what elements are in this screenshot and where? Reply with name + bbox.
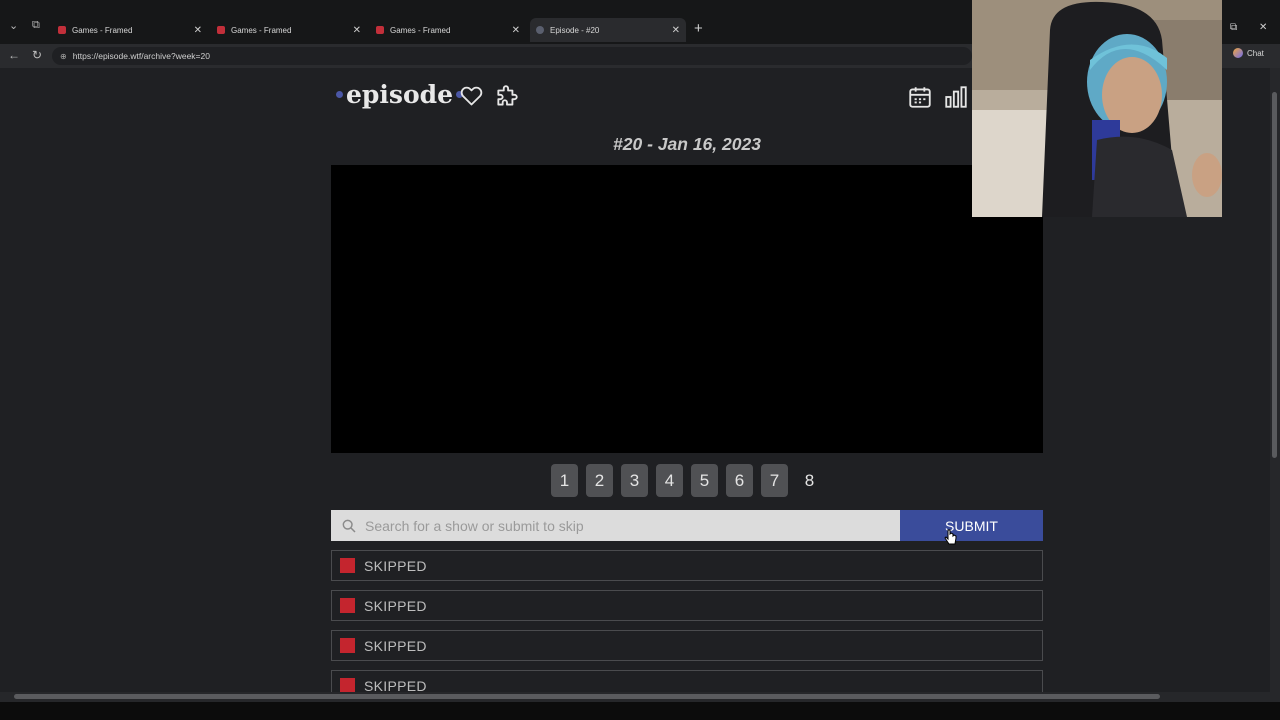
guess-text: SKIPPED	[364, 637, 427, 654]
episode-title: #20 - Jan 16, 2023	[613, 134, 761, 154]
tab-close-icon[interactable]: ✕	[353, 25, 361, 36]
workspaces-icon[interactable]: ⧉	[32, 19, 40, 32]
heart-icon[interactable]	[459, 84, 484, 113]
browser-tab-active[interactable]: Episode - #20 ✕	[530, 18, 686, 42]
logo-text: episode	[346, 80, 454, 109]
frame-button-8[interactable]: 8	[796, 464, 823, 497]
tab-title: Games - Framed	[231, 25, 292, 35]
chat-label: Chat	[1247, 48, 1264, 58]
site-info-icon[interactable]: ⊕	[60, 52, 67, 61]
episode-favicon-icon	[536, 26, 544, 34]
tab-close-icon[interactable]: ✕	[672, 25, 680, 36]
browser-tab[interactable]: Games - Framed ✕	[52, 18, 208, 42]
browser-tab[interactable]: Games - Framed ✕	[211, 18, 367, 42]
framed-favicon-icon	[376, 26, 384, 34]
tab-title: Episode - #20	[550, 25, 600, 35]
puzzle-icon[interactable]	[494, 84, 520, 115]
framed-favicon-icon	[217, 26, 225, 34]
frame-button-6[interactable]: 6	[726, 464, 753, 497]
browser-tab[interactable]: Games - Framed ✕	[370, 18, 526, 42]
taskbar-strip	[0, 702, 1280, 720]
logo-dot	[336, 91, 343, 98]
tab-list-chevron-icon[interactable]: ⌄	[9, 19, 18, 32]
guess-text: SKIPPED	[364, 557, 427, 574]
frame-button-2[interactable]: 2	[586, 464, 613, 497]
hand-cursor-icon	[944, 529, 957, 545]
reload-icon[interactable]: ↻	[32, 48, 42, 62]
guess-row: SKIPPED	[331, 590, 1043, 621]
guess-row: SKIPPED	[331, 630, 1043, 661]
tab-close-icon[interactable]: ✕	[512, 25, 520, 36]
frame-button-5[interactable]: 5	[691, 464, 718, 497]
tab-close-icon[interactable]: ✕	[194, 25, 202, 36]
url-text: https://episode.wtf/archive?week=20	[72, 51, 210, 61]
new-tab-icon[interactable]: +	[694, 20, 703, 37]
frame-button-3[interactable]: 3	[621, 464, 648, 497]
tab-title: Games - Framed	[72, 25, 133, 35]
back-arrow-icon[interactable]: ←	[8, 48, 20, 62]
search-bar	[331, 510, 900, 541]
skipped-status-square	[340, 638, 355, 653]
submit-button[interactable]: SUBMIT	[900, 510, 1043, 541]
frame-button-4[interactable]: 4	[656, 464, 683, 497]
stats-icon[interactable]	[943, 84, 969, 115]
calendar-icon[interactable]	[907, 84, 933, 115]
chat-button[interactable]: Chat	[1233, 48, 1264, 58]
guess-text: SKIPPED	[364, 597, 427, 614]
restore-window-icon[interactable]: ⧉	[1230, 22, 1237, 33]
skipped-status-square	[340, 558, 355, 573]
frame-selector: 1 2 3 4 5 6 7 8	[551, 464, 823, 497]
copilot-icon	[1233, 48, 1243, 58]
search-icon	[342, 519, 356, 533]
guess-row: SKIPPED	[331, 550, 1043, 581]
horizontal-scroll-thumb[interactable]	[14, 694, 1160, 699]
webcam-overlay	[972, 0, 1222, 217]
video-player[interactable]	[331, 165, 1043, 453]
search-input[interactable]	[365, 517, 865, 534]
tab-title: Games - Framed	[390, 25, 451, 35]
framed-favicon-icon	[58, 26, 66, 34]
close-window-icon[interactable]: ✕	[1259, 22, 1267, 33]
frame-button-1[interactable]: 1	[551, 464, 578, 497]
vertical-scroll-thumb[interactable]	[1272, 92, 1277, 458]
skipped-status-square	[340, 678, 355, 693]
frame-button-7[interactable]: 7	[761, 464, 788, 497]
url-field[interactable]: ⊕ https://episode.wtf/archive?week=20	[52, 47, 972, 65]
site-logo[interactable]: episode	[333, 80, 466, 109]
skipped-status-square	[340, 598, 355, 613]
